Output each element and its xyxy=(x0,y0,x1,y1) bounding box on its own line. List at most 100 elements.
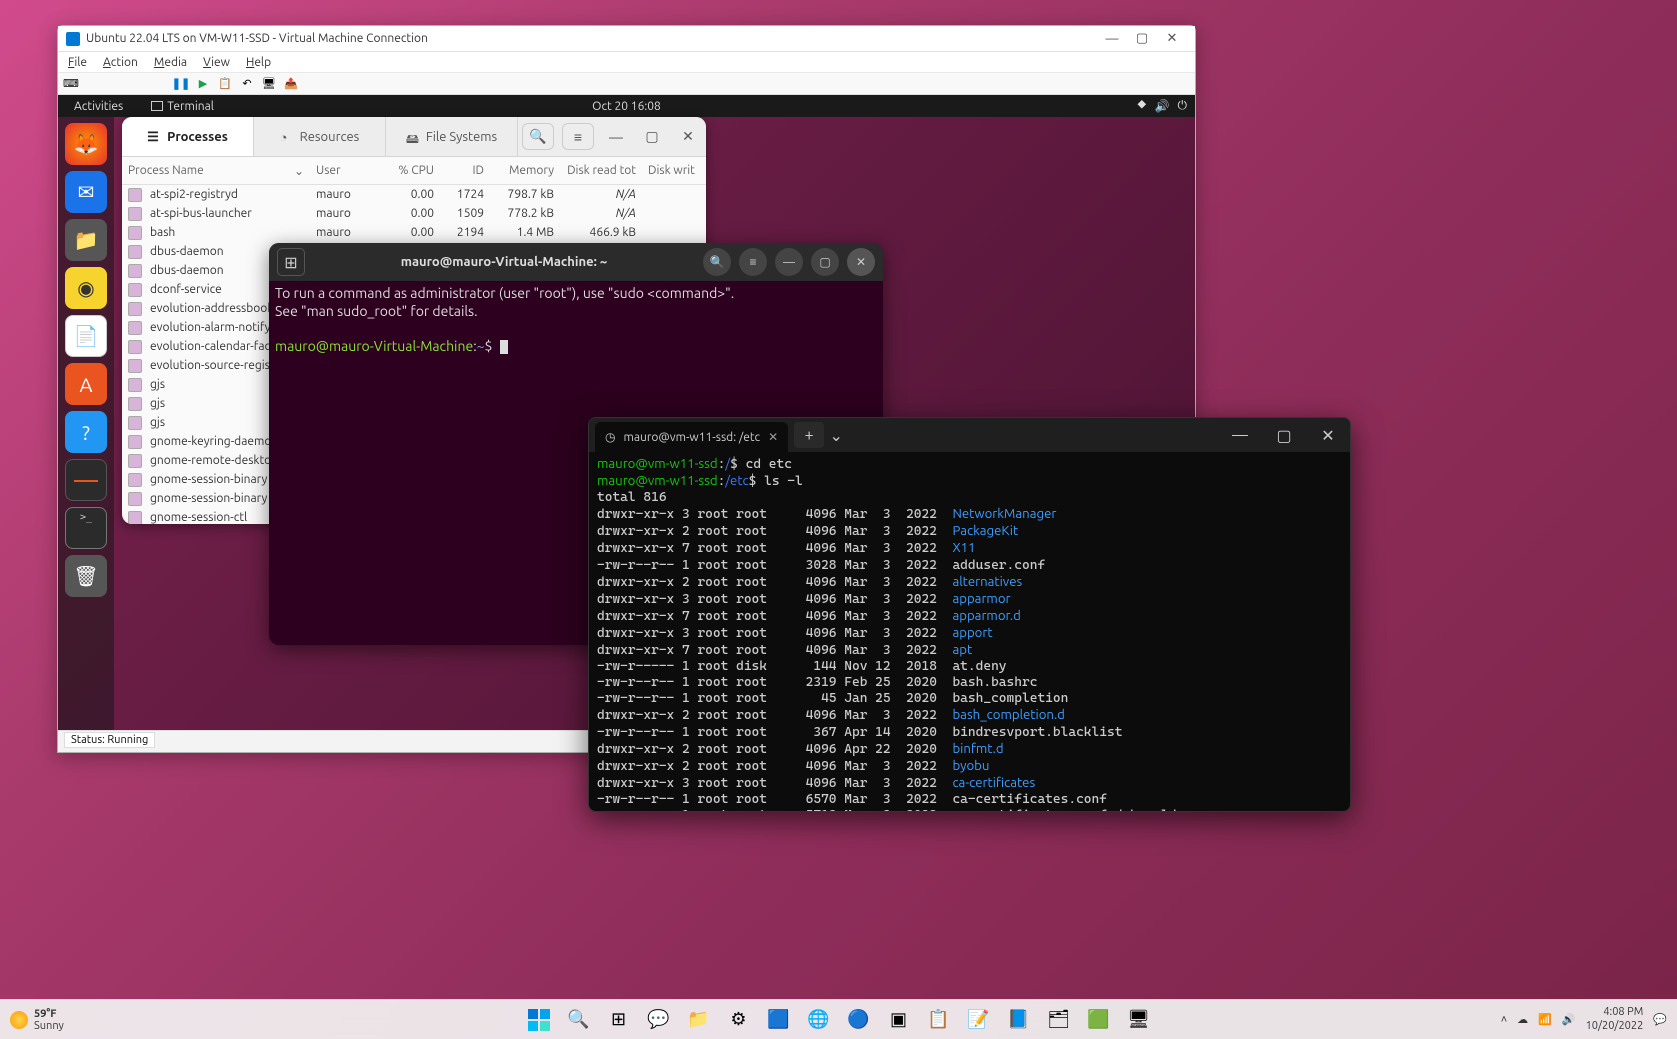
dock-apps-icon[interactable] xyxy=(65,603,107,645)
volume-icon[interactable]: 🔊 xyxy=(1155,99,1170,113)
tab-dropdown-icon[interactable]: ⌄ xyxy=(824,422,848,448)
gterm-header[interactable]: ⊞ mauro@mauro-Virtual-Machine: ~ 🔍 ≡ — ▢… xyxy=(269,243,883,281)
dock-trash-icon[interactable]: 🗑 xyxy=(65,555,107,597)
settings-icon[interactable]: ⚙ xyxy=(720,1001,758,1039)
start-button[interactable] xyxy=(520,1001,558,1039)
onedrive-icon[interactable]: ☁ xyxy=(1517,1013,1528,1026)
menu-file[interactable]: File xyxy=(68,56,87,69)
wifi-icon[interactable]: 📶 xyxy=(1538,1013,1552,1026)
tab-processes[interactable]: ☰Processes xyxy=(122,117,254,156)
tab-filesystems[interactable]: 🖴File Systems xyxy=(386,117,518,156)
close-button[interactable]: ✕ xyxy=(1306,418,1350,452)
enhanced-session-button[interactable]: 🖥 xyxy=(260,75,278,93)
maximize-button[interactable]: ▢ xyxy=(1262,418,1306,452)
share-button[interactable]: 📤 xyxy=(282,75,300,93)
notification-icon[interactable]: 💬 xyxy=(1653,1013,1667,1026)
system-tray[interactable]: ˄ ☁ 📶 🔊 4:08 PM 10/20/2022 💬 xyxy=(1501,1006,1667,1032)
explorer-icon[interactable]: 📁 xyxy=(680,1001,718,1039)
ctrl-alt-del-icon[interactable]: ⌨ xyxy=(62,75,80,93)
tray-chevron-icon[interactable]: ˄ xyxy=(1501,1014,1507,1026)
ubuntu-dock: 🦊 ✉ 📁 ◉ 📄 A ? >_ 🗑 xyxy=(58,117,114,730)
sysmon-header: ☰Processes ◔Resources 🖴File Systems 🔍 ≡ … xyxy=(122,117,706,157)
terminal-icon[interactable]: ▣ xyxy=(880,1001,918,1039)
reset-button[interactable]: ▶ xyxy=(194,75,212,93)
dock-help-icon[interactable]: ? xyxy=(65,411,107,453)
hyperv-title: Ubuntu 22.04 LTS on VM-W11-SSD - Virtual… xyxy=(86,32,1097,45)
dock-software-icon[interactable]: A xyxy=(65,363,107,405)
power-icon[interactable]: ⏻ xyxy=(1178,99,1188,113)
app-icon-6[interactable]: 🟩 xyxy=(1080,1001,1118,1039)
table-row[interactable]: at-spi-bus-launchermauro0.001509778.2 kB… xyxy=(122,204,706,223)
pause-button[interactable]: ❚❚ xyxy=(172,75,190,93)
menu-action[interactable]: Action xyxy=(103,56,138,69)
app-icon-3[interactable]: 📝 xyxy=(960,1001,998,1039)
maximize-button[interactable]: ▢ xyxy=(811,248,839,276)
wterm-tabbar[interactable]: ◷ mauro@vm-w11-ssd: /etc ✕ + ⌄ — ▢ ✕ xyxy=(589,418,1350,452)
tab-resources[interactable]: ◔Resources xyxy=(254,117,386,156)
shutdown-button[interactable] xyxy=(128,75,146,93)
task-view-icon[interactable]: ⊞ xyxy=(600,1001,638,1039)
dock-firefox-icon[interactable]: 🦊 xyxy=(65,123,107,165)
activities-button[interactable]: Activities xyxy=(66,100,131,113)
revert-button[interactable]: ↶ xyxy=(238,75,256,93)
volume-icon[interactable]: 🔊 xyxy=(1562,1013,1576,1026)
dock-libreoffice-icon[interactable]: 📄 xyxy=(65,315,107,357)
wterm-tab[interactable]: ◷ mauro@vm-w11-ssd: /etc ✕ xyxy=(595,422,788,452)
weather-widget[interactable]: 59°F Sunny xyxy=(10,1008,64,1032)
search-icon[interactable]: 🔍 xyxy=(560,1001,598,1039)
maximize-button[interactable]: ▢ xyxy=(1127,31,1157,46)
minimize-button[interactable]: — xyxy=(1097,32,1127,46)
ubuntu-icon: ◷ xyxy=(605,430,615,444)
dock-thunderbird-icon[interactable]: ✉ xyxy=(65,171,107,213)
app-icon-5[interactable]: 🗂 xyxy=(1040,1001,1078,1039)
terminal-body[interactable]: To run a command as administrator (user … xyxy=(269,281,883,359)
hyperv-menubar: File Action Media View Help xyxy=(58,52,1195,73)
cursor xyxy=(500,340,508,354)
dock-files-icon[interactable]: 📁 xyxy=(65,219,107,261)
dock-rhythmbox-icon[interactable]: ◉ xyxy=(65,267,107,309)
close-tab-icon[interactable]: ✕ xyxy=(768,430,778,444)
close-button[interactable]: ✕ xyxy=(670,117,706,156)
hyperv-icon[interactable]: 🖥 xyxy=(1120,1001,1158,1039)
ubuntu-topbar: Activities Terminal Oct 20 16:08 ⯁ 🔊 ⏻ xyxy=(58,95,1195,117)
minimize-button[interactable]: — xyxy=(775,248,803,276)
new-tab-button[interactable]: ⊞ xyxy=(277,248,305,276)
stop-button[interactable] xyxy=(106,75,124,93)
minimize-button[interactable]: — xyxy=(1218,418,1262,452)
menu-view[interactable]: View xyxy=(203,56,230,69)
dock-terminal-icon[interactable]: >_ xyxy=(65,507,107,549)
terminal-indicator[interactable]: Terminal xyxy=(151,100,214,113)
terminal-body[interactable]: mauro@vm-w11-ssd:/$ cd etc mauro@vm-w11-… xyxy=(589,452,1350,812)
menu-button[interactable]: ≡ xyxy=(562,123,594,150)
taskbar-center: 🔍 ⊞ 💬 📁 ⚙ 🟦 🌐 🔵 ▣ 📋 📝 📘 🗂 🟩 🖥 xyxy=(520,1001,1158,1039)
dock-system-monitor-icon[interactable] xyxy=(65,459,107,501)
close-button[interactable]: ✕ xyxy=(1157,31,1187,46)
table-row[interactable]: at-spi2-registrydmauro0.001724798.7 kBN/… xyxy=(122,185,706,204)
clock[interactable]: 4:08 PM 10/20/2022 xyxy=(1586,1006,1644,1032)
close-button[interactable]: ✕ xyxy=(847,248,875,276)
start-button[interactable] xyxy=(84,75,102,93)
app-icon-2[interactable]: 📋 xyxy=(920,1001,958,1039)
windows-terminal-window: ◷ mauro@vm-w11-ssd: /etc ✕ + ⌄ — ▢ ✕ mau… xyxy=(588,417,1351,812)
search-button[interactable]: 🔍 xyxy=(703,248,731,276)
save-button[interactable] xyxy=(150,75,168,93)
new-tab-button[interactable]: + xyxy=(794,422,824,448)
maximize-button[interactable]: ▢ xyxy=(634,117,670,156)
edge-icon[interactable]: 🌐 xyxy=(800,1001,838,1039)
sun-icon xyxy=(10,1011,28,1029)
search-button[interactable]: 🔍 xyxy=(522,123,554,150)
widgets-icon[interactable]: 💬 xyxy=(640,1001,678,1039)
menu-button[interactable]: ≡ xyxy=(739,248,767,276)
table-row[interactable]: bashmauro0.0021941.4 MB466.9 kB xyxy=(122,223,706,242)
app-icon-4[interactable]: 📘 xyxy=(1000,1001,1038,1039)
checkpoint-button[interactable]: 📋 xyxy=(216,75,234,93)
app-icon[interactable]: 🟦 xyxy=(760,1001,798,1039)
menu-media[interactable]: Media xyxy=(154,56,187,69)
minimize-button[interactable]: — xyxy=(598,117,634,156)
network-icon[interactable]: ⯁ xyxy=(1137,99,1147,113)
hyperv-titlebar[interactable]: Ubuntu 22.04 LTS on VM-W11-SSD - Virtual… xyxy=(58,26,1195,52)
sysmon-column-headers[interactable]: Process Name ⌄ User % CPU ID Memory Disk… xyxy=(122,157,706,185)
chrome-icon[interactable]: 🔵 xyxy=(840,1001,878,1039)
menu-help[interactable]: Help xyxy=(246,56,271,69)
datetime[interactable]: Oct 20 16:08 xyxy=(592,100,661,113)
